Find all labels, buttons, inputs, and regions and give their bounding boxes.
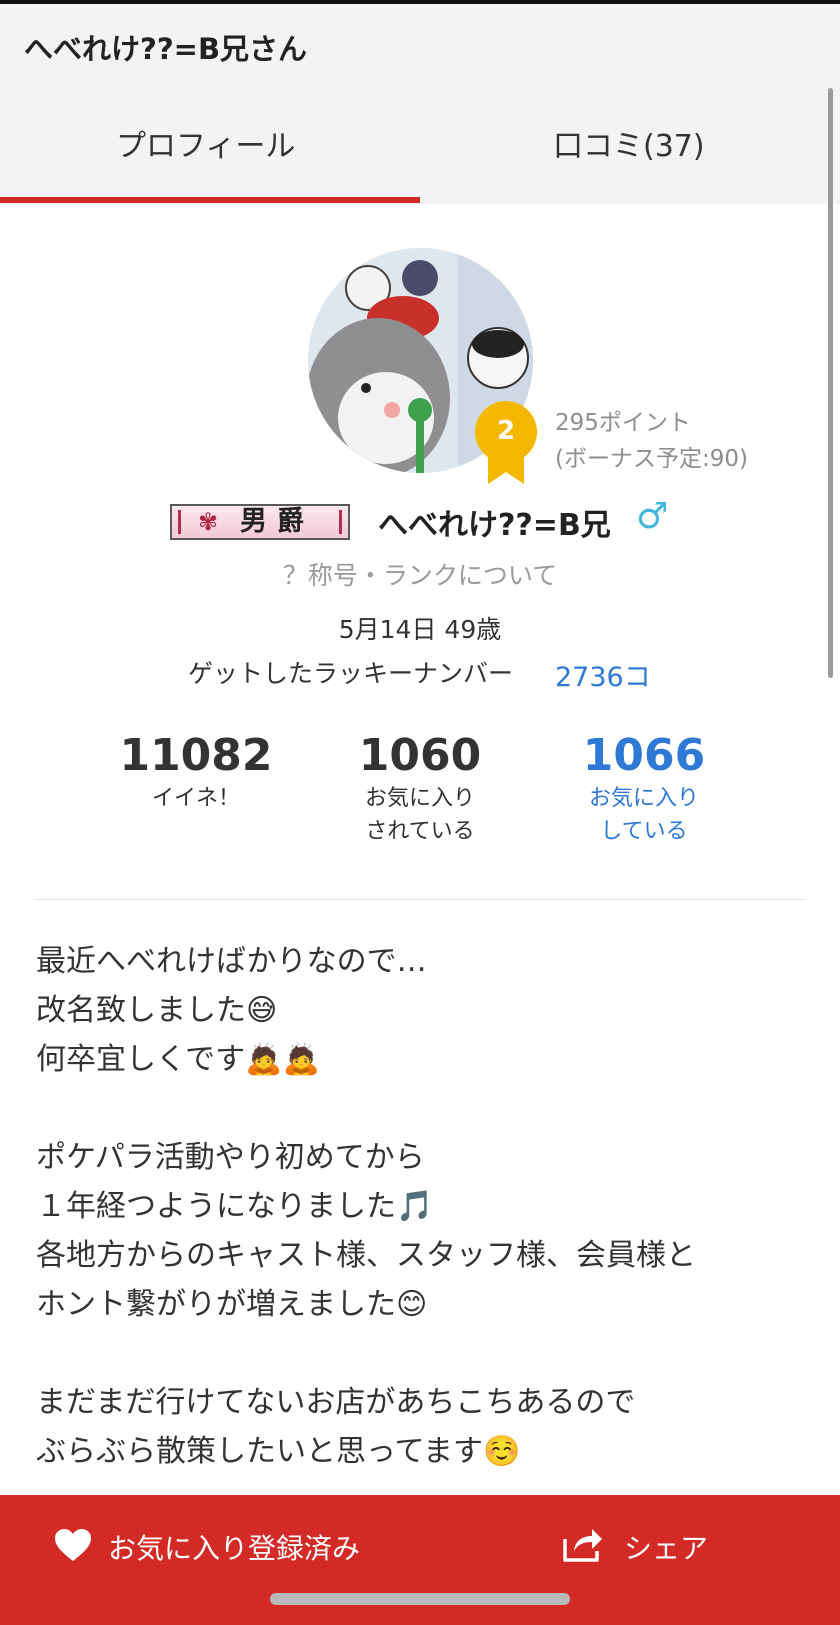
active-tab-indicator [0,197,420,203]
lucky-number-link[interactable]: 2736コ [555,655,651,694]
rank-badge: 2 [474,400,538,484]
share-button[interactable]: シェア [624,1527,708,1567]
share-icon[interactable] [562,1525,604,1563]
rank-number: 2 [496,416,516,446]
favoriting-count[interactable]: 1066 [544,730,744,782]
app-header: へべれけ??=B兄さん プロフィール 口コミ(37) [0,4,840,204]
points-info: 295ポイント (ボーナス予定:90) [555,405,748,477]
favoriting-stat[interactable]: 1066 お気に入り している [544,730,744,848]
crest-icon: ✾ [198,508,219,536]
likes-count: 11082 [119,730,273,781]
heart-icon[interactable] [54,1528,92,1562]
lucky-number-label: ゲットしたラッキーナンバー [188,659,514,688]
tab-reviews[interactable]: 口コミ(37) [553,121,705,165]
page-title: へべれけ??=B兄さん [24,32,308,66]
male-icon: ♂ [636,496,669,537]
favorited-count: 1060 [358,730,482,781]
favorited-stat: 1060 お気に入り されている [320,730,520,848]
favoriting-label-2[interactable]: している [544,815,744,848]
tab-profile[interactable]: プロフィール [116,121,295,165]
favoriting-label-1[interactable]: お気に入り [544,782,744,815]
favorite-registered-button[interactable]: お気に入り登録済み [108,1527,360,1567]
likes-label: イイネ！ [151,786,240,811]
favorited-label-1: お気に入り [364,786,475,811]
rank-info-link[interactable]: ？称号・ランクについて [0,556,840,592]
favorited-label-2: されている [365,819,475,844]
title-badge: ✾ 男爵 [170,504,350,540]
likes-stat: 11082 イイネ！ [96,730,296,815]
points-value: 295ポイント [555,410,691,436]
username: へべれけ??=B兄 [378,508,611,543]
birthday-age: 5月14日 49歳 [338,615,502,644]
profile-bio: 最近へべれけばかりなので… 改名致しました😅 何卒宜しくです🙇🙇 ポケパラ活動や… [36,944,696,1469]
home-indicator[interactable] [270,1593,570,1605]
title-badge-label: 男爵 [240,506,314,537]
divider [36,899,804,900]
bonus-points: (ボーナス予定:90) [555,446,748,472]
